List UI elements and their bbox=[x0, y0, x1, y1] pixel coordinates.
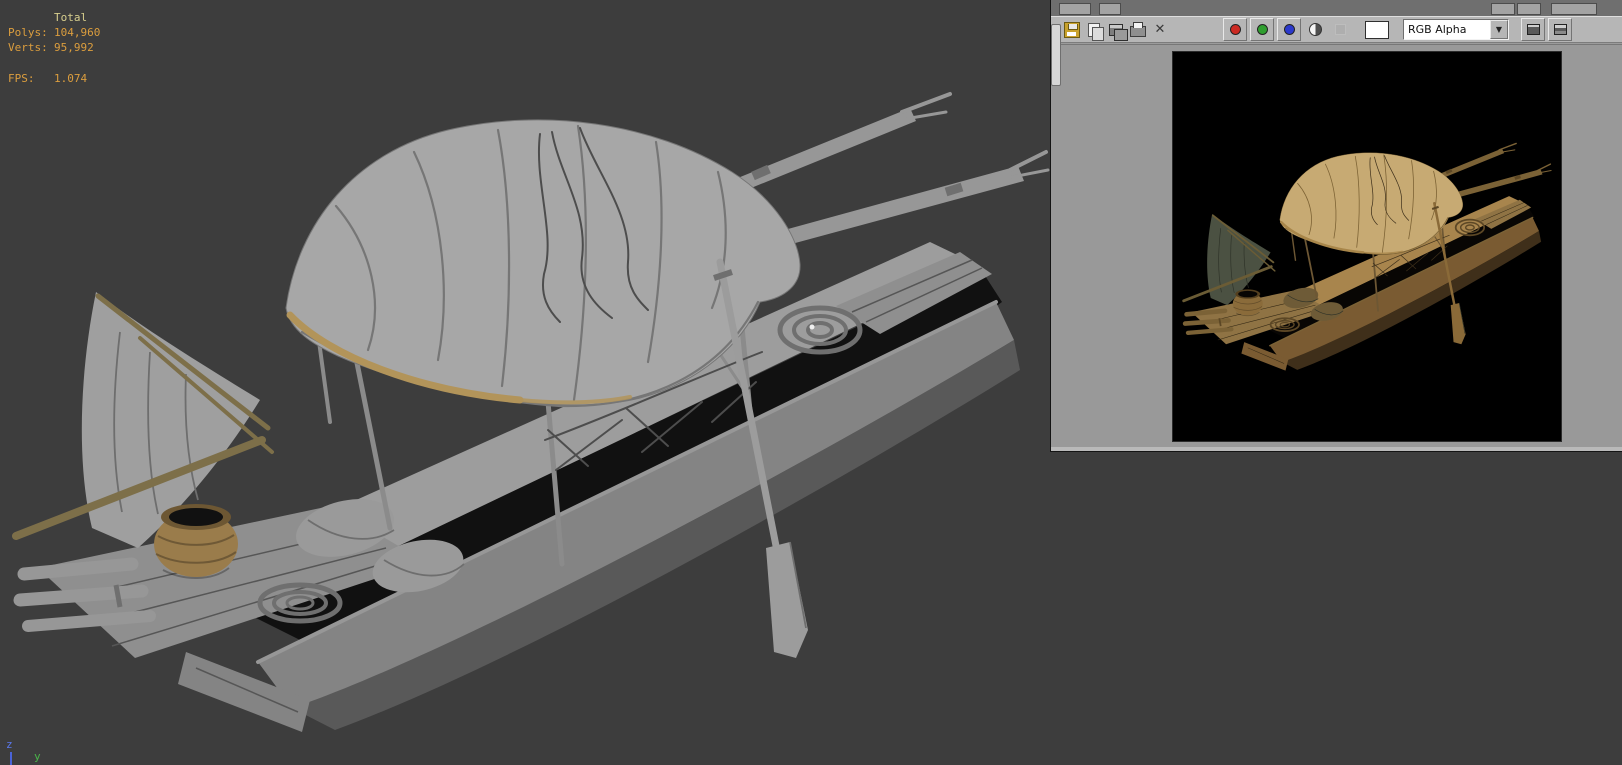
application-screen: Total Polys: 104,960 Verts: 95,992 FPS: … bbox=[0, 0, 1622, 765]
clone-window-icon bbox=[1109, 23, 1128, 41]
axis-z-label: z bbox=[6, 738, 13, 751]
fps-value: 1.074 bbox=[54, 72, 88, 85]
stats-total-row: Total bbox=[8, 10, 100, 25]
stats-total-label: Total bbox=[54, 11, 88, 24]
polys-label: Polys: bbox=[8, 26, 48, 39]
stats-polys-row: Polys: 104,960 bbox=[8, 25, 100, 40]
copy-bitmap-button[interactable] bbox=[1083, 19, 1105, 41]
channel-display-dropdown[interactable]: RGB Alpha ▼ bbox=[1403, 19, 1509, 40]
clear-x-icon: ✕ bbox=[1154, 22, 1166, 37]
fps-label: FPS: bbox=[8, 72, 35, 85]
chevron-down-icon: ▼ bbox=[1490, 20, 1508, 39]
green-channel-icon bbox=[1256, 24, 1268, 35]
mouse-cursor bbox=[809, 324, 815, 330]
titlebar-fragment bbox=[1491, 3, 1515, 15]
copy-icon bbox=[1088, 22, 1104, 41]
viewport-3d[interactable] bbox=[0, 0, 1050, 765]
green-channel-button[interactable] bbox=[1250, 18, 1274, 41]
titlebar-fragment bbox=[1099, 3, 1121, 15]
window-icon bbox=[1526, 24, 1540, 35]
clear-button[interactable]: ✕ bbox=[1149, 19, 1171, 40]
print-icon bbox=[1130, 22, 1146, 37]
scrollbar-thumb[interactable] bbox=[1051, 24, 1061, 86]
verts-label: Verts: bbox=[8, 41, 48, 54]
split-window-icon bbox=[1553, 24, 1567, 35]
titlebar-fragment bbox=[1059, 3, 1091, 15]
alpha-channel-button[interactable] bbox=[1329, 19, 1351, 40]
save-icon bbox=[1064, 21, 1080, 38]
viewport-statistics: Total Polys: 104,960 Verts: 95,992 FPS: … bbox=[8, 10, 100, 86]
axis-z-line bbox=[10, 752, 12, 765]
monochrome-button[interactable] bbox=[1304, 19, 1326, 40]
render-client-area bbox=[1051, 44, 1622, 447]
clone-rendered-frame-button[interactable] bbox=[1105, 19, 1128, 41]
rendered-frame-window: ✕ RGB Alpha ▼ bbox=[1050, 0, 1622, 452]
print-button[interactable] bbox=[1127, 19, 1149, 40]
monochrome-icon bbox=[1308, 23, 1322, 36]
boat-clay-model bbox=[16, 94, 1048, 732]
titlebar-fragment bbox=[1517, 3, 1541, 15]
alpha-channel-icon bbox=[1334, 24, 1346, 35]
window-top-strip bbox=[1051, 0, 1622, 17]
channel-display-value: RGB Alpha bbox=[1408, 23, 1467, 36]
blue-channel-button[interactable] bbox=[1277, 18, 1301, 41]
titlebar-fragment bbox=[1551, 3, 1597, 15]
save-bitmap-button[interactable] bbox=[1061, 19, 1083, 40]
stats-verts-row: Verts: 95,992 bbox=[8, 40, 100, 55]
render-toolbar: ✕ RGB Alpha ▼ bbox=[1051, 16, 1622, 43]
stats-fps-row: FPS: 1.074 bbox=[8, 71, 100, 86]
window-layout-button-2[interactable] bbox=[1548, 18, 1572, 41]
polys-value: 104,960 bbox=[54, 26, 101, 39]
axis-gizmo: z y bbox=[4, 725, 64, 765]
red-channel-icon bbox=[1229, 24, 1241, 35]
rendered-image[interactable] bbox=[1172, 51, 1562, 442]
background-color-swatch[interactable] bbox=[1365, 20, 1389, 39]
axis-y-label: y bbox=[34, 750, 41, 763]
red-channel-button[interactable] bbox=[1223, 18, 1247, 41]
render-canvas bbox=[1173, 52, 1561, 441]
window-bottom-edge bbox=[1051, 447, 1622, 451]
verts-value: 95,992 bbox=[54, 41, 94, 54]
window-layout-button-1[interactable] bbox=[1521, 18, 1545, 41]
blue-channel-icon bbox=[1283, 24, 1295, 35]
